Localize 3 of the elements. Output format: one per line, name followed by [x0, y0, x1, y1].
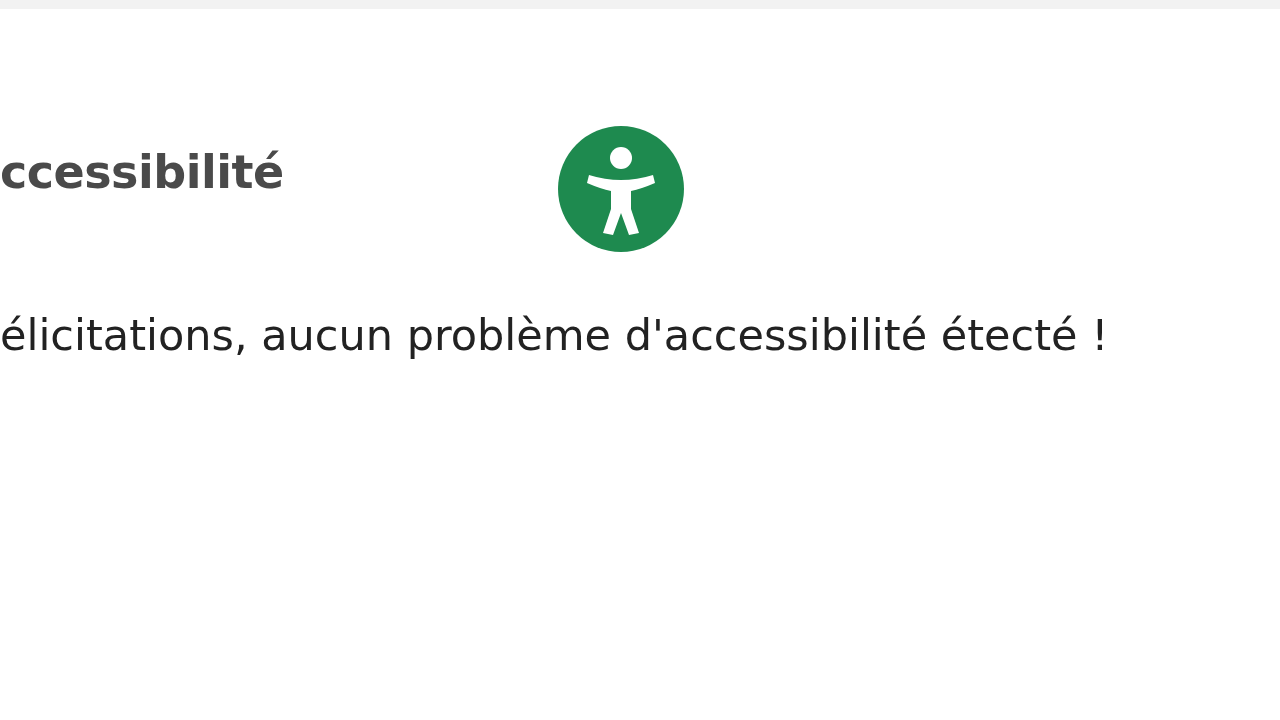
section-title: ccessibilité — [0, 145, 285, 199]
success-message: élicitations, aucun problème d'accessibilité étecté ! — [0, 309, 1110, 362]
accessibility-icon — [557, 125, 685, 253]
